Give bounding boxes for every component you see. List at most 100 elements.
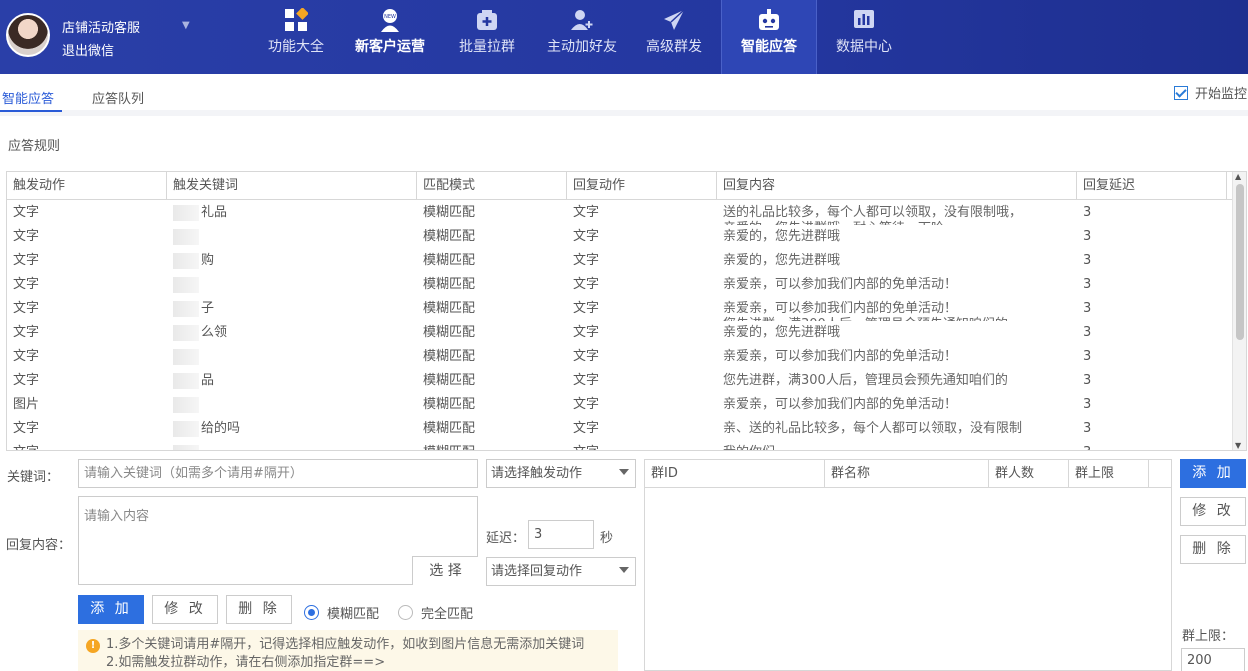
fuzzy-match-radio[interactable]: 模糊匹配 — [304, 603, 379, 622]
scroll-down-icon[interactable]: ▼ — [1235, 441, 1241, 450]
table-row[interactable]: 文字 模糊匹配 文字 亲爱的，您先进群哦 3 — [7, 225, 1233, 249]
redacted-blur — [173, 252, 199, 269]
radio-dot — [398, 605, 413, 620]
content-text: 送的礼品比较多，每个人都可以领取，没有限制哦， 亲爱的，您先进群哦，耐心等待一下… — [723, 205, 1023, 225]
cell-content: 亲、送的礼品比较多，每个人都可以领取，没有限制 — [717, 417, 1077, 441]
content-text: 亲爱的，您先进群哦 — [723, 253, 841, 268]
col-delay[interactable]: 回复延迟 — [1077, 172, 1227, 200]
content-text: 亲爱亲，可以参加我们内部的免单活动！ — [723, 349, 958, 364]
cell-mode: 模糊匹配 — [423, 253, 476, 268]
cell-action: 文字 — [573, 421, 600, 436]
account-dropdown-icon[interactable]: ▼ — [182, 20, 190, 31]
cell-delay: 3 — [1083, 397, 1092, 412]
rules-scrollbar[interactable]: ▲ ▼ — [1232, 172, 1246, 450]
keyword-text: 么领 — [201, 325, 228, 340]
nav-advanced-send[interactable]: 高级群发 — [640, 0, 708, 74]
col-mode[interactable]: 匹配模式 — [417, 172, 567, 200]
edit-rule-button[interactable]: 修 改 — [152, 595, 218, 624]
logout-link[interactable]: 退出微信 — [62, 40, 114, 59]
content-text: 亲爱的，您先进群哦 — [723, 325, 841, 340]
cell-delay: 3 — [1083, 421, 1092, 436]
redacted-blur — [173, 276, 199, 293]
cell-mode: 模糊匹配 — [423, 205, 476, 220]
col-group-id[interactable]: 群ID — [645, 460, 825, 488]
cell-keyword — [167, 273, 417, 297]
tab-underline — [0, 110, 62, 112]
scroll-thumb[interactable] — [1236, 184, 1244, 340]
chart-icon — [852, 6, 876, 34]
cell-trigger: 文字 — [13, 205, 40, 220]
delete-group-button[interactable]: 删 除 — [1180, 535, 1246, 564]
cell-delay: 3 — [1083, 373, 1092, 388]
table-row[interactable]: 文字 品 模糊匹配 文字 您先进群，满300人后，管理员会预先通知咱们的 3 — [7, 369, 1233, 393]
add-friend-icon — [570, 6, 594, 34]
nav-smart-reply[interactable]: 智能应答 — [721, 0, 817, 74]
send-plane-icon — [662, 6, 686, 34]
svg-text:NEW: NEW — [384, 14, 396, 20]
cell-content: 亲爱亲，可以参加我们内部的免单活动！ — [717, 393, 1077, 417]
robot-icon — [756, 6, 782, 34]
cell-content: 送的礼品比较多，每个人都可以领取，没有限制哦， 亲爱的，您先进群哦，耐心等待一下… — [717, 201, 1077, 225]
col-group-count[interactable]: 群人数 — [989, 460, 1069, 488]
add-rule-button[interactable]: 添 加 — [78, 595, 144, 624]
col-trigger[interactable]: 触发动作 — [7, 172, 167, 200]
col-action[interactable]: 回复动作 — [567, 172, 717, 200]
delay-input[interactable]: 3 — [528, 520, 594, 549]
table-row[interactable]: 文字 礼品 模糊匹配 文字 送的礼品比较多，每个人都可以领取，没有限制哦， 亲爱的，您先… — [7, 201, 1233, 225]
cell-mode: 模糊匹配 — [423, 325, 476, 340]
tab-reply-queue[interactable]: 应答队列 — [92, 88, 144, 107]
nav-new-customer[interactable]: NEW 新客户运营 — [350, 0, 430, 74]
reply-content-label: 回复内容： — [6, 538, 72, 553]
nav-functions[interactable]: 功能大全 — [262, 0, 330, 74]
table-row[interactable]: 文字 模糊匹配 文字 亲爱亲，可以参加我们内部的免单活动！ 3 — [7, 273, 1233, 297]
table-row[interactable]: 文字模糊匹配文字我的你们3 — [7, 441, 1233, 450]
col-group-name[interactable]: 群名称 — [825, 460, 989, 488]
cell-trigger: 文字 — [13, 253, 40, 268]
cell-keyword — [167, 393, 417, 417]
redacted-blur — [173, 228, 199, 245]
table-row[interactable]: 文字 么领 模糊匹配 文字 亲爱的，您先进群哦 3 — [7, 321, 1233, 345]
group-limit-input[interactable]: 200 — [1181, 648, 1245, 671]
exact-match-radio[interactable]: 完全匹配 — [398, 603, 473, 622]
avatar[interactable] — [6, 13, 50, 57]
group-table-header: 群ID 群名称 群人数 群上限 — [645, 460, 1171, 488]
add-group-button[interactable]: 添 加 — [1180, 459, 1246, 488]
top-header: 店铺活动客服 退出微信 ▼ 功能大全 NEW 新客户运营 批量拉群 主动加好友 … — [0, 0, 1248, 74]
edit-group-button[interactable]: 修 改 — [1180, 497, 1246, 526]
nav-data-center[interactable]: 数据中心 — [830, 0, 898, 74]
tab-smart-reply[interactable]: 智能应答 — [2, 88, 54, 107]
reply-action-value: 请选择回复动作 — [491, 564, 583, 579]
col-group-limit[interactable]: 群上限 — [1069, 460, 1149, 488]
nav-batch-group[interactable]: 批量拉群 — [453, 0, 521, 74]
redacted-blur — [173, 324, 199, 341]
cell-content: 您先进群，满300人后，管理员会预先通知咱们的 — [717, 369, 1077, 393]
content-text: 亲、送的礼品比较多，每个人都可以领取，没有限制 — [723, 421, 1023, 436]
content-text: 亲爱亲，可以参加我们内部的免单活动！ — [723, 397, 958, 412]
delete-rule-button[interactable]: 删 除 — [226, 595, 292, 624]
table-row[interactable]: 文字 给的吗 模糊匹配 文字 亲、送的礼品比较多，每个人都可以领取，没有限制 3 — [7, 417, 1233, 441]
nav-add-friend[interactable]: 主动加好友 — [542, 0, 622, 74]
content-text: 您先进群，满300人后，管理员会预先通知咱们的 — [723, 373, 1008, 388]
cell-keyword: 子 — [167, 297, 417, 321]
scroll-up-icon[interactable]: ▲ — [1235, 172, 1241, 181]
monitor-toggle[interactable]: 开始监控 — [1174, 83, 1247, 102]
cell-keyword — [167, 441, 417, 450]
reply-action-select[interactable]: 请选择回复动作 — [486, 557, 636, 586]
choose-button[interactable]: 选 择 — [412, 556, 478, 585]
col-keyword[interactable]: 触发关键词 — [167, 172, 417, 200]
content-text: 亲爱亲，可以参加我们内部的免单活动！ — [723, 277, 958, 292]
table-row[interactable]: 文字 模糊匹配 文字 亲爱亲，可以参加我们内部的免单活动！ 3 — [7, 345, 1233, 369]
monitor-checkbox[interactable] — [1174, 85, 1188, 100]
keyword-input[interactable]: 请输入关键词（如需多个请用#隔开） — [78, 459, 478, 488]
col-content[interactable]: 回复内容 — [717, 172, 1077, 200]
cell-delay: 3 — [1083, 349, 1092, 364]
content-text: 亲爱亲，可以参加我们内部的免单活动！ 您先进群，满300人后，管理员会预先通知咱… — [723, 301, 1008, 321]
cell-content: 亲爱亲，可以参加我们内部的免单活动！ — [717, 273, 1077, 297]
trigger-action-select[interactable]: 请选择触发动作 — [486, 459, 636, 488]
cell-trigger: 文字 — [13, 277, 40, 292]
cell-delay: 3 — [1083, 205, 1092, 220]
table-row[interactable]: 文字 购 模糊匹配 文字 亲爱的，您先进群哦 3 — [7, 249, 1233, 273]
chevron-down-icon — [619, 469, 629, 475]
table-row[interactable]: 图片 模糊匹配 文字 亲爱亲，可以参加我们内部的免单活动！ 3 — [7, 393, 1233, 417]
table-row[interactable]: 文字 子 模糊匹配 文字 亲爱亲，可以参加我们内部的免单活动！ 您先进群，满300人后，… — [7, 297, 1233, 321]
